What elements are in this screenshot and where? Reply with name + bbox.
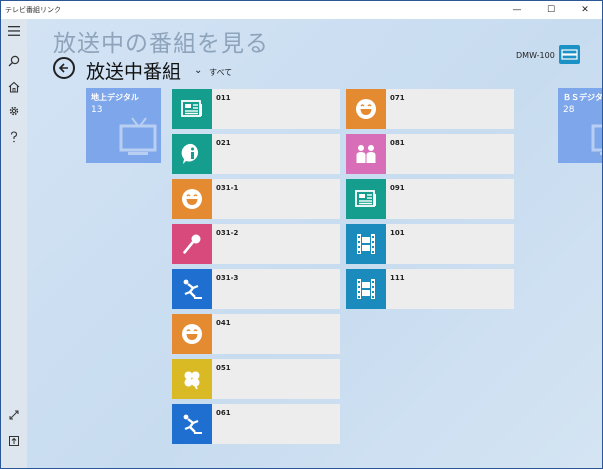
category-name: ＢＳデジタル (563, 93, 602, 102)
clover-icon (172, 359, 212, 399)
search-icon (8, 55, 20, 67)
channel-tile[interactable]: 011 (172, 89, 340, 129)
film-icon (346, 224, 386, 264)
channel-number: 011 (216, 94, 231, 102)
channel-number: 071 (390, 94, 405, 102)
channel-tile[interactable]: 091 (346, 179, 514, 219)
news-icon (346, 179, 386, 219)
filter-dropdown[interactable]: すべて (209, 67, 232, 78)
home-button[interactable] (4, 77, 24, 97)
channel-tile[interactable]: 081 (346, 134, 514, 174)
main-content: 放送中の番組を見る 放送中番組 ⌄ すべて DMW-100 地上デジタル 13 … (27, 19, 602, 468)
channel-number: 101 (390, 229, 405, 237)
kids-icon (346, 134, 386, 174)
gear-icon (9, 106, 19, 116)
channel-tile[interactable]: 111 (346, 269, 514, 309)
smiley-icon (346, 89, 386, 129)
arrow-left-icon (58, 63, 68, 73)
home-icon (8, 81, 20, 93)
share-button[interactable] (4, 431, 24, 451)
microphone-icon (172, 224, 212, 264)
help-button[interactable] (4, 127, 24, 147)
sports-icon (172, 404, 212, 444)
page-title: 放送中の番組を見る (53, 31, 269, 57)
upload-icon (9, 436, 19, 446)
tv-icon (119, 117, 157, 155)
app-title: テレビ番組リンク (5, 6, 61, 14)
fullscreen-button[interactable] (4, 405, 24, 425)
title-bar: テレビ番組リンク — ☐ ✕ (1, 1, 602, 19)
info-icon (172, 134, 212, 174)
minimize-button[interactable]: — (500, 1, 534, 19)
channel-tile[interactable]: 031-3 (172, 269, 340, 309)
maximize-button[interactable]: ☐ (534, 1, 568, 19)
expand-icon (9, 410, 19, 420)
hamburger-menu-button[interactable] (4, 21, 24, 41)
hamburger-icon (8, 26, 20, 36)
channel-tile[interactable]: 071 (346, 89, 514, 129)
channel-tile[interactable]: 031-1 (172, 179, 340, 219)
search-button[interactable] (4, 51, 24, 71)
device-name: DMW-100 (516, 51, 555, 60)
category-count: 13 (91, 105, 103, 115)
news-icon (172, 89, 212, 129)
channel-tile[interactable]: 061 (172, 404, 340, 444)
settings-button[interactable] (4, 101, 24, 121)
app-window: テレビ番組リンク — ☐ ✕ 放送中の番組を見る 放送中番組 ⌄ すべて DMW… (0, 0, 603, 469)
channel-number: 091 (390, 184, 405, 192)
category-tile-terrestrial[interactable]: 地上デジタル 13 (86, 88, 161, 163)
channel-tile[interactable]: 101 (346, 224, 514, 264)
device-recorder-icon[interactable] (559, 45, 580, 64)
film-icon (346, 269, 386, 309)
close-button[interactable]: ✕ (568, 1, 602, 19)
channel-number: 051 (216, 364, 231, 372)
channel-tile[interactable]: 031-2 (172, 224, 340, 264)
channel-tile[interactable]: 051 (172, 359, 340, 399)
tv-icon (591, 124, 602, 155)
channel-number: 081 (390, 139, 405, 147)
channel-tile[interactable]: 021 (172, 134, 340, 174)
filter-chevron-down-icon[interactable]: ⌄ (194, 65, 202, 76)
category-name: 地上デジタル (91, 93, 139, 102)
channel-number: 061 (216, 409, 231, 417)
channel-tile[interactable]: 041 (172, 314, 340, 354)
section-title: 放送中番組 (86, 61, 182, 83)
category-count: 28 (563, 105, 575, 115)
channel-number: 031-3 (216, 274, 239, 282)
smiley-icon (172, 314, 212, 354)
channel-number: 021 (216, 139, 231, 147)
sports-icon (172, 269, 212, 309)
help-icon (10, 131, 18, 143)
category-tile-bs[interactable]: ＢＳデジタル 28 (558, 88, 602, 163)
channel-number: 031-1 (216, 184, 239, 192)
back-button[interactable] (53, 57, 75, 79)
channel-number: 041 (216, 319, 231, 327)
sidebar (1, 19, 27, 468)
smiley-icon (172, 179, 212, 219)
channel-number: 031-2 (216, 229, 239, 237)
channel-number: 111 (390, 274, 405, 282)
